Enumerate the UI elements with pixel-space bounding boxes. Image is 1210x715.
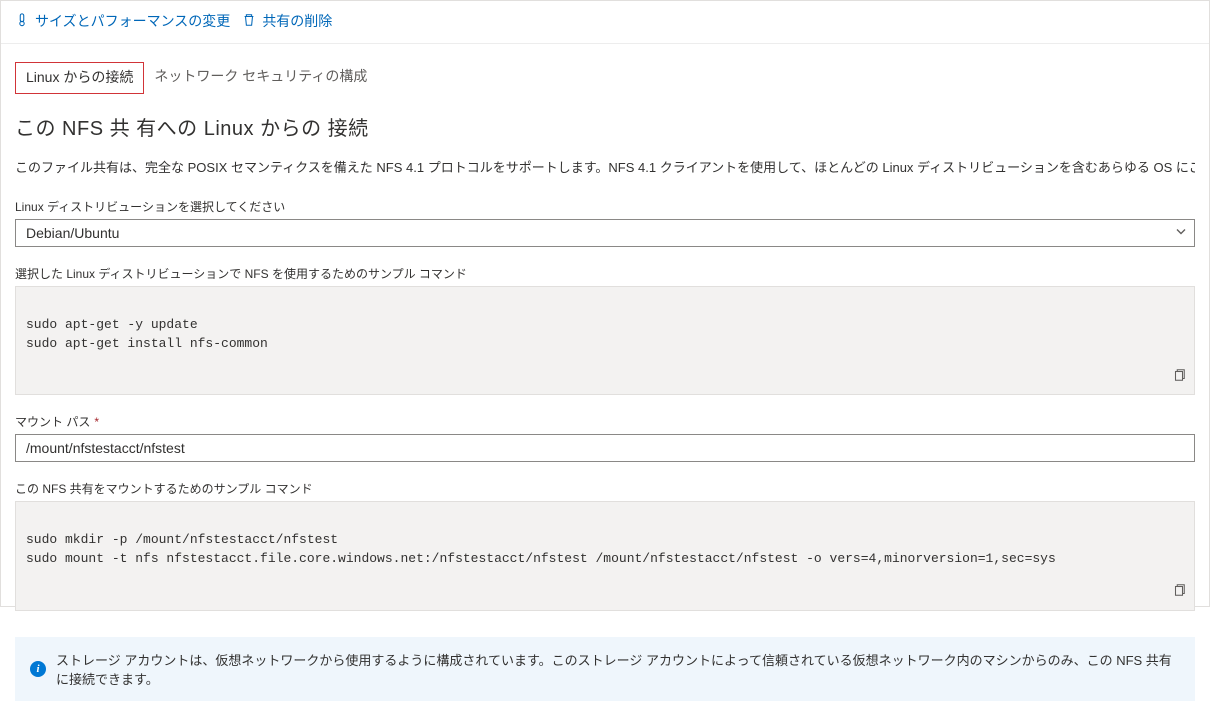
delete-share-label: 共有の削除 — [262, 11, 332, 31]
page-title: この NFS 共 有への Linux からの 接続 — [15, 112, 1195, 141]
tab-bar: Linux からの接続 ネットワーク セキュリティの構成 — [1, 44, 1209, 94]
install-command-text: sudo apt-get -y update sudo apt-get inst… — [26, 317, 268, 351]
distro-select[interactable]: Debian/Ubuntu — [15, 219, 1195, 247]
required-indicator: * — [94, 415, 99, 429]
mount-command-box: sudo mkdir -p /mount/nfstestacct/nfstest… — [15, 501, 1195, 610]
info-text: ストレージ アカウントは、仮想ネットワークから使用するように構成されています。こ… — [56, 650, 1180, 688]
command-bar: サイズとパフォーマンスの変更 共有の削除 — [1, 1, 1209, 44]
delete-share-button[interactable]: 共有の削除 — [242, 11, 332, 31]
mount-command-text: sudo mkdir -p /mount/nfstestacct/nfstest… — [26, 532, 1056, 566]
mount-path-label: マウント パス * — [15, 413, 1195, 430]
copy-icon[interactable] — [1172, 564, 1186, 604]
thermometer-icon — [15, 13, 29, 30]
copy-icon[interactable] — [1172, 349, 1186, 389]
trash-icon — [242, 13, 256, 30]
tab-linux-connect[interactable]: Linux からの接続 — [15, 62, 144, 94]
distro-select-wrap: Debian/Ubuntu — [15, 219, 1195, 247]
info-banner: i ストレージ アカウントは、仮想ネットワークから使用するように構成されています… — [15, 637, 1195, 701]
tab-network-security[interactable]: ネットワーク セキュリティの構成 — [144, 62, 377, 94]
description-text: このファイル共有は、完全な POSIX セマンティクスを備えた NFS 4.1 … — [15, 157, 1195, 176]
info-icon: i — [30, 661, 46, 677]
distro-select-label: Linux ディストリビューションを選択してください — [15, 198, 1195, 215]
change-size-button[interactable]: サイズとパフォーマンスの変更 — [15, 11, 230, 31]
change-size-label: サイズとパフォーマンスの変更 — [35, 11, 230, 31]
mount-command-label: この NFS 共有をマウントするためのサンプル コマンド — [15, 480, 1195, 497]
content-area: この NFS 共 有への Linux からの 接続 このファイル共有は、完全な … — [1, 94, 1209, 715]
mount-path-label-text: マウント パス — [15, 415, 90, 429]
install-command-box: sudo apt-get -y update sudo apt-get inst… — [15, 286, 1195, 395]
install-command-label: 選択した Linux ディストリビューションで NFS を使用するためのサンプル… — [15, 265, 1195, 282]
mount-path-input[interactable] — [15, 434, 1195, 462]
